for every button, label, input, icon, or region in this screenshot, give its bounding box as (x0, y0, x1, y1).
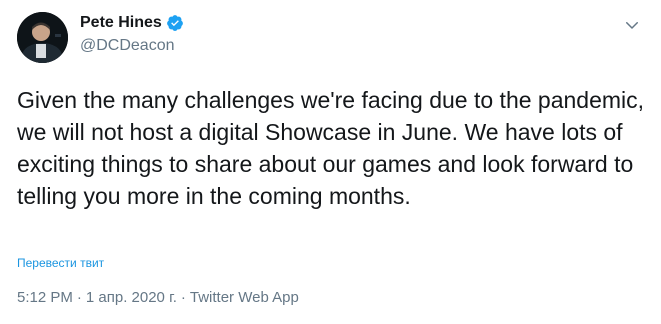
tweet-card: Pete Hines @DCDeacon Given the many chal… (0, 0, 661, 324)
tweet-date[interactable]: 1 апр. 2020 г. (86, 289, 177, 306)
tweet-time[interactable]: 5:12 PM (17, 289, 73, 306)
author-row: Pete Hines (80, 14, 184, 32)
avatar[interactable] (17, 12, 68, 63)
tweet-text: Given the many challenges we're facing d… (17, 87, 645, 209)
avatar-image (17, 12, 68, 63)
translate-tweet-link[interactable]: Перевести твит (17, 256, 104, 270)
chevron-down-icon[interactable] (623, 16, 641, 34)
tweet-metadata: 5:12 PM · 1 апр. 2020 г. · Twitter Web App (17, 289, 299, 306)
verified-badge-icon (166, 15, 183, 31)
author-handle[interactable]: @DCDeacon (80, 37, 175, 55)
author-name[interactable]: Pete Hines (80, 14, 162, 32)
separator-dot: · (76, 289, 82, 306)
separator-dot: · (180, 289, 186, 306)
tweet-source[interactable]: Twitter Web App (190, 289, 299, 306)
